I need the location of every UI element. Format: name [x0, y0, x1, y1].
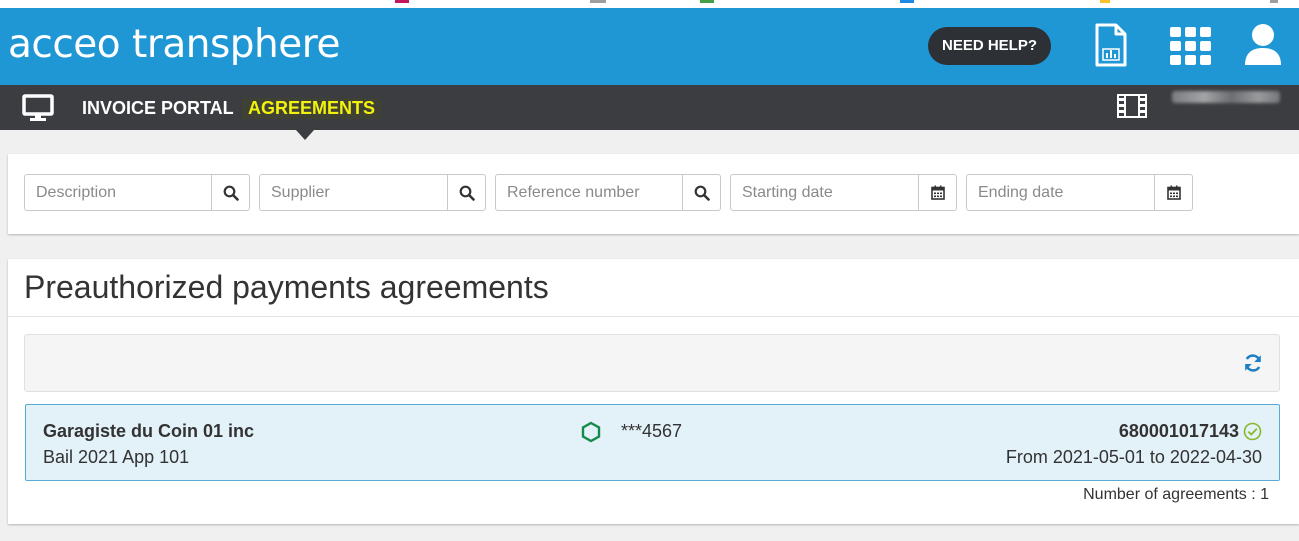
- end-date-filter[interactable]: Ending date: [966, 174, 1193, 211]
- agreement-period: From 2021-05-01 to 2022-04-30: [1005, 447, 1262, 467]
- user-profile-icon[interactable]: [1244, 23, 1282, 67]
- search-icon: [459, 185, 475, 201]
- report-document-icon[interactable]: [1094, 23, 1128, 67]
- nav-invoice-portal[interactable]: INVOICE PORTAL: [82, 98, 234, 119]
- reference-filter[interactable]: Reference number: [495, 174, 721, 211]
- end-date-picker-button[interactable]: [1154, 175, 1192, 210]
- agreement-description: Bail 2021 App 101: [43, 447, 190, 467]
- search-icon: [223, 185, 239, 201]
- monitor-icon[interactable]: [22, 94, 54, 122]
- end-date-input[interactable]: Ending date: [978, 184, 1063, 202]
- browser-top-strip: [0, 0, 1299, 8]
- page-title: Preauthorized payments agreements: [24, 269, 549, 305]
- calendar-icon: [930, 185, 945, 200]
- reference-search-button[interactable]: [682, 175, 720, 210]
- calendar-icon: [1166, 185, 1181, 200]
- agreement-row[interactable]: Garagiste du Coin 01 inc Bail 2021 App 1…: [25, 404, 1280, 481]
- reference-input[interactable]: Reference number: [507, 184, 640, 202]
- divider: [8, 316, 1299, 317]
- agreement-account-number: ***4567: [621, 421, 683, 441]
- check-circle-icon: [1243, 422, 1262, 441]
- agreements-toolbar: [24, 334, 1280, 392]
- supplier-input[interactable]: Supplier: [271, 184, 330, 202]
- agreement-supplier: Garagiste du Coin 01 inc: [43, 421, 255, 441]
- supplier-filter[interactable]: Supplier: [259, 174, 486, 211]
- start-date-filter[interactable]: Starting date: [730, 174, 957, 211]
- agreement-reference-number: 680001017143: [1118, 421, 1239, 441]
- apps-grid-icon[interactable]: [1170, 27, 1212, 65]
- description-input[interactable]: Description: [36, 184, 116, 202]
- refresh-icon[interactable]: [1243, 353, 1263, 373]
- nav-agreements[interactable]: AGREEMENTS: [242, 98, 382, 119]
- need-help-button[interactable]: NEED HELP?: [928, 27, 1051, 65]
- app-header: acceo transphere NEED HELP?: [0, 8, 1299, 85]
- main-navigation: INVOICE PORTAL AGREEMENTS: [0, 85, 1299, 140]
- start-date-picker-button[interactable]: [918, 175, 956, 210]
- brand-logo[interactable]: acceo transphere: [8, 22, 340, 67]
- supplier-search-button[interactable]: [447, 175, 485, 210]
- agreements-count: Number of agreements : 1: [1083, 486, 1269, 503]
- description-filter[interactable]: Description: [24, 174, 250, 211]
- description-search-button[interactable]: [211, 175, 249, 210]
- user-name-redacted: [1172, 91, 1280, 103]
- agreements-panel: Preauthorized payments agreements Garagi…: [8, 259, 1299, 524]
- search-icon: [694, 185, 710, 201]
- filter-bar: Description Supplier Reference number St…: [8, 154, 1299, 234]
- hexagon-status-icon: [581, 421, 601, 443]
- active-nav-caret: [296, 130, 314, 140]
- start-date-input[interactable]: Starting date: [742, 184, 833, 202]
- film-icon[interactable]: [1117, 94, 1147, 118]
